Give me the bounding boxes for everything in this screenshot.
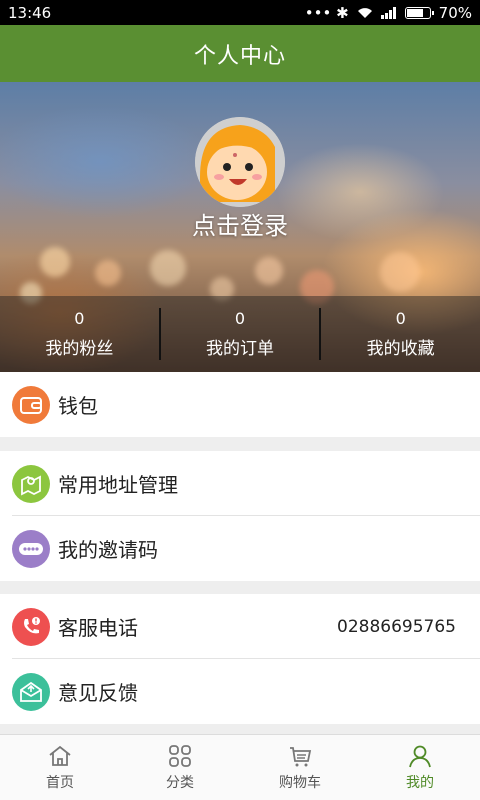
menu-item-label: 我的邀请码 xyxy=(58,538,158,562)
menu-group-wallet: 钱包 xyxy=(0,372,480,437)
battery-percent: 70% xyxy=(438,3,472,22)
phone-icon xyxy=(12,607,50,646)
menu-item-label: 客服电话 xyxy=(58,616,138,640)
stat-favorites[interactable]: 0 我的收藏 xyxy=(321,296,480,372)
avatar-cartoon-icon xyxy=(195,117,285,207)
page-title-bar: 个人中心 xyxy=(0,25,480,82)
home-icon xyxy=(49,745,71,766)
stat-fans[interactable]: 0 我的粉丝 xyxy=(0,296,159,372)
stat-fans-label: 我的粉丝 xyxy=(45,339,114,359)
menu-item-feedback[interactable]: 意见反馈 xyxy=(0,659,480,724)
mail-icon xyxy=(12,672,50,711)
nav-label: 我的 xyxy=(406,774,434,791)
menu-item-wallet[interactable]: 钱包 xyxy=(0,372,480,437)
menu-group-support: 客服电话 02886695765 意见反馈 xyxy=(0,594,480,724)
avatar[interactable] xyxy=(195,117,285,207)
menu-item-label: 钱包 xyxy=(58,394,98,418)
user-icon xyxy=(409,745,431,767)
status-bar: 13:46 ••• ✱ 70% xyxy=(0,0,480,25)
dots-icon xyxy=(12,529,50,568)
stat-orders[interactable]: 0 我的订单 xyxy=(161,296,320,372)
menu-item-invite-code[interactable]: 我的邀请码 xyxy=(0,516,480,581)
nav-category[interactable]: 分类 xyxy=(120,735,240,800)
page-title: 个人中心 xyxy=(193,43,286,69)
cellular-icon xyxy=(380,6,396,19)
menu-item-address[interactable]: 常用地址管理 xyxy=(0,451,480,516)
nav-label: 购物车 xyxy=(279,774,321,791)
bottom-nav: 首页 分类 购物车 我的 xyxy=(0,734,480,800)
map-pin-icon xyxy=(12,464,50,503)
login-button[interactable]: 点击登录 xyxy=(0,206,480,241)
battery-icon xyxy=(404,6,434,19)
nav-label: 首页 xyxy=(46,774,74,791)
signal-icons: ••• ✱ xyxy=(304,3,349,22)
service-phone-number: 02886695765 xyxy=(337,616,456,637)
nav-home[interactable]: 首页 xyxy=(0,735,120,800)
nav-label: 分类 xyxy=(166,774,194,791)
stat-fans-count: 0 xyxy=(74,309,85,328)
menu-item-customer-service[interactable]: 客服电话 02886695765 xyxy=(0,594,480,659)
menu-group-account: 常用地址管理 我的邀请码 xyxy=(0,451,480,581)
menu-item-label: 常用地址管理 xyxy=(58,473,178,497)
nav-cart[interactable]: 购物车 xyxy=(240,735,360,800)
stat-orders-label: 我的订单 xyxy=(206,339,274,359)
wallet-icon xyxy=(12,385,50,424)
stats-bar: 0 我的粉丝 0 我的订单 0 我的收藏 xyxy=(0,296,480,372)
menu-item-label: 意见反馈 xyxy=(58,681,138,705)
status-time: 13:46 xyxy=(8,3,52,22)
stat-favorites-count: 0 xyxy=(395,309,406,328)
nav-mine[interactable]: 我的 xyxy=(360,735,480,800)
wifi-icon xyxy=(357,7,372,18)
cart-icon xyxy=(290,746,312,766)
grid-icon xyxy=(169,744,191,767)
stat-orders-count: 0 xyxy=(234,309,246,328)
profile-header: 点击登录 0 我的粉丝 0 我的订单 0 我的收藏 xyxy=(0,82,480,372)
stat-favorites-label: 我的收藏 xyxy=(366,339,435,359)
